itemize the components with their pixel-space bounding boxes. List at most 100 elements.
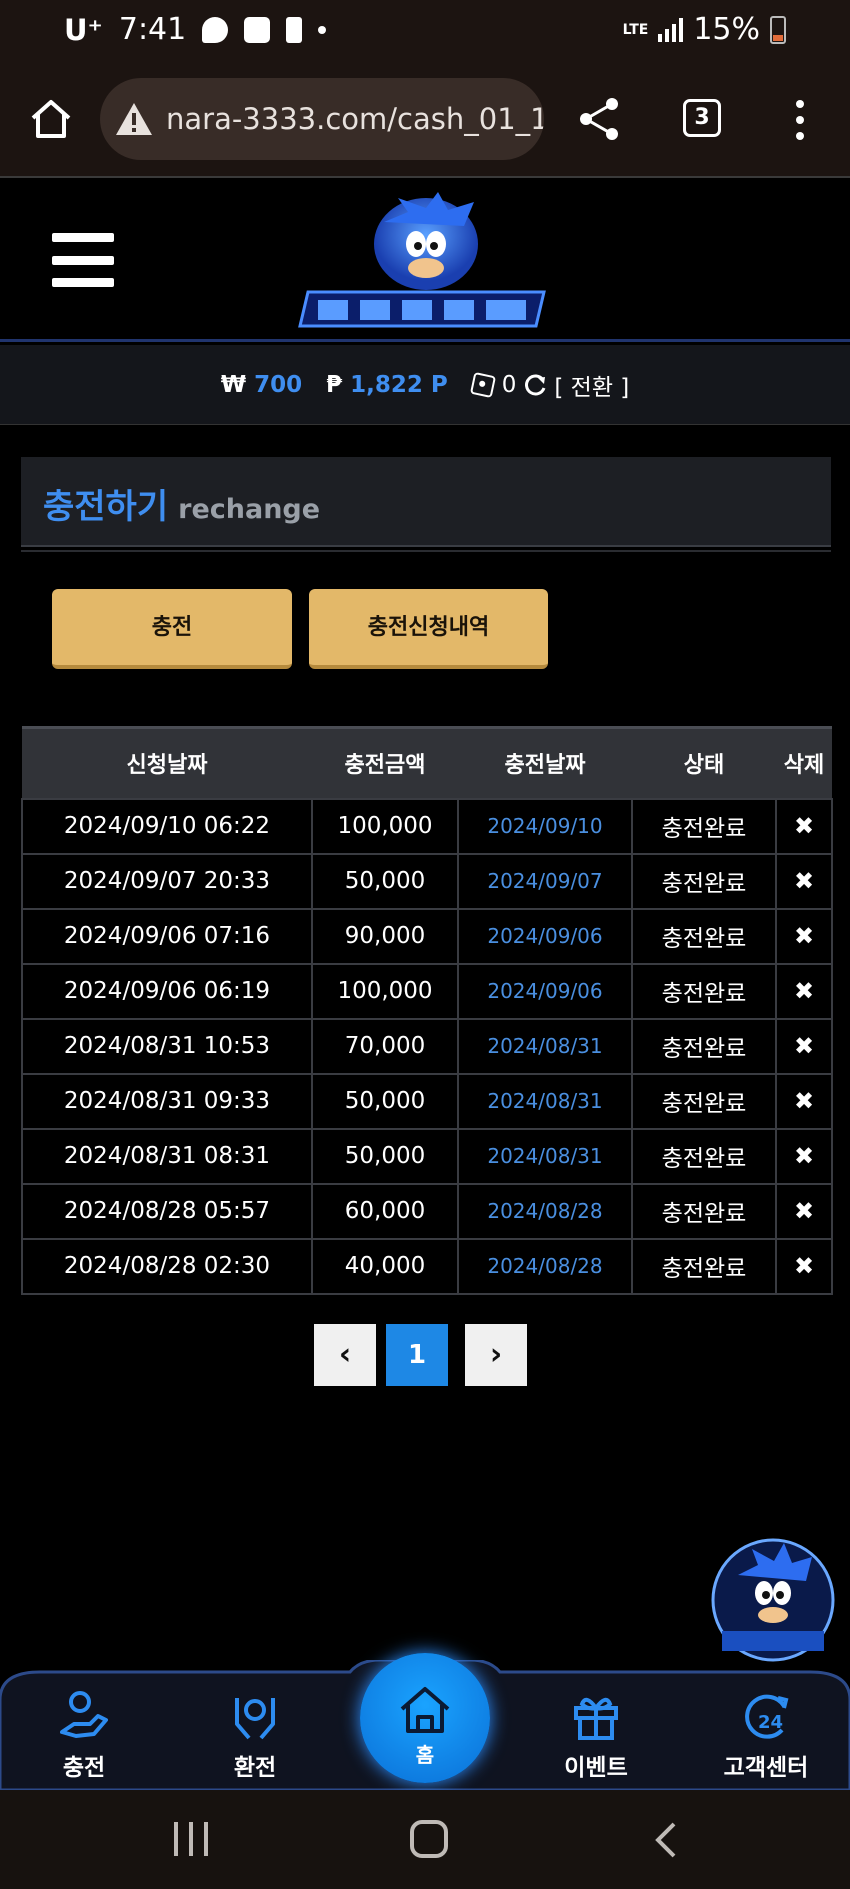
delete-icon[interactable]: ✖: [775, 1127, 833, 1185]
refresh-icon[interactable]: [522, 372, 548, 398]
more-menu-icon[interactable]: [794, 100, 806, 140]
carrier-label: U⁺: [64, 12, 103, 47]
amount-cell: 50,000: [311, 852, 459, 910]
table-row: 2024/09/10 06:22 100,000 2024/09/10 충전완료…: [21, 797, 833, 855]
status-bar: U⁺ 7:41 LTE 15%: [0, 0, 850, 62]
status-left: U⁺ 7:41: [64, 12, 327, 47]
column-header: 삭제: [776, 726, 832, 799]
url-text[interactable]: nara-3333.com/cash_01_1.: [166, 102, 544, 136]
delete-icon[interactable]: ✖: [775, 797, 833, 855]
point-balance: 1,822 P: [350, 371, 448, 398]
status-cell: 충전완료: [631, 1237, 777, 1295]
delete-icon[interactable]: ✖: [775, 852, 833, 910]
battery-percent: 15%: [693, 12, 760, 47]
status-cell: 충전완료: [631, 797, 777, 855]
next-page-button[interactable]: ›: [465, 1324, 527, 1386]
charge-date-cell: 2024/09/06: [457, 962, 633, 1020]
amount-cell: 100,000: [311, 797, 459, 855]
clock: 7:41: [118, 12, 187, 47]
svg-text:24: 24: [758, 1712, 783, 1733]
request-date-cell: 2024/09/07 20:33: [21, 852, 313, 910]
floating-mascot-button[interactable]: [708, 1535, 838, 1665]
won-balance: 700: [254, 371, 303, 398]
delete-icon[interactable]: ✖: [775, 1182, 833, 1240]
table-row: 2024/08/31 08:31 50,000 2024/08/31 충전완료 …: [21, 1127, 833, 1185]
amount-cell: 60,000: [311, 1182, 459, 1240]
nav-home[interactable]: 홈: [360, 1653, 490, 1783]
network-type: LTE: [622, 21, 649, 38]
table-row: 2024/08/28 02:30 40,000 2024/08/28 충전완료 …: [21, 1237, 833, 1295]
point-symbol: ₱: [326, 371, 343, 398]
delete-icon[interactable]: ✖: [775, 907, 833, 965]
nav-home-label: 홈: [415, 1743, 435, 1767]
delete-icon[interactable]: ✖: [775, 1072, 833, 1130]
hamburger-menu-icon[interactable]: [52, 233, 114, 287]
address-bar[interactable]: nara-3333.com/cash_01_1.: [100, 78, 544, 160]
balance-bar: ₩ 700 ₱ 1,822 P 0 [ 전환 ]: [0, 345, 850, 425]
amount-cell: 50,000: [311, 1127, 459, 1185]
amount-cell: 50,000: [311, 1072, 459, 1130]
delete-icon[interactable]: ✖: [775, 1017, 833, 1075]
image-icon: [244, 16, 271, 43]
charge-history-table: 신청날짜 충전금액 충전날짜 상태 삭제 2024/09/10 06:22 10…: [21, 726, 833, 1295]
hands-money-icon: [235, 1698, 275, 1740]
column-header: 충전날짜: [458, 726, 632, 799]
charge-history-button[interactable]: 충전신청내역: [309, 589, 548, 669]
site-logo[interactable]: [298, 192, 554, 330]
table-row: 2024/09/07 20:33 50,000 2024/09/07 충전완료 …: [21, 852, 833, 910]
nav-event[interactable]: 이벤트: [536, 1688, 656, 1782]
convert-button[interactable]: [ 전환 ]: [554, 368, 629, 402]
share-icon[interactable]: [578, 96, 620, 142]
nav-support[interactable]: 24 고객센터: [706, 1688, 826, 1782]
request-date-cell: 2024/08/28 05:57: [21, 1182, 313, 1240]
table-row: 2024/08/28 05:57 60,000 2024/08/28 충전완료 …: [21, 1182, 833, 1240]
delete-icon[interactable]: ✖: [775, 962, 833, 1020]
24h-support-icon: 24: [745, 1694, 789, 1739]
delete-icon[interactable]: ✖: [775, 1237, 833, 1295]
table-row: 2024/08/31 09:33 50,000 2024/08/31 충전완료 …: [21, 1072, 833, 1130]
house-icon: [400, 1687, 450, 1733]
system-home-icon[interactable]: [410, 1820, 448, 1858]
column-header: 상태: [632, 726, 776, 799]
site-header: [0, 180, 850, 342]
tabs-button[interactable]: 3: [683, 99, 721, 137]
message-icon: [202, 16, 229, 43]
page-number-button[interactable]: 1: [386, 1324, 448, 1386]
status-cell: 충전완료: [631, 1017, 777, 1075]
page-title-en: rechange: [178, 494, 321, 525]
divider: [21, 550, 831, 552]
charge-date-cell: 2024/09/10: [457, 797, 633, 855]
charge-date-cell: 2024/09/06: [457, 907, 633, 965]
status-cell: 충전완료: [631, 962, 777, 1020]
column-header: 신청날짜: [22, 726, 312, 799]
nav-exchange[interactable]: 환전: [195, 1688, 315, 1782]
nav-event-label: 이벤트: [564, 1755, 628, 1781]
chip-balance: 0: [501, 371, 517, 398]
recent-apps-icon[interactable]: [174, 1822, 208, 1856]
request-date-cell: 2024/08/31 08:31: [21, 1127, 313, 1185]
nav-exchange-label: 환전: [233, 1755, 277, 1781]
more-notifications-icon: [318, 25, 327, 34]
charge-date-cell: 2024/08/28: [457, 1237, 633, 1295]
charge-button[interactable]: 충전: [52, 589, 292, 669]
home-icon[interactable]: [28, 96, 74, 142]
charge-date-cell: 2024/09/07: [457, 852, 633, 910]
charge-date-cell: 2024/08/31: [457, 1127, 633, 1185]
browser-toolbar: nara-3333.com/cash_01_1. 3: [0, 62, 850, 178]
status-cell: 충전완료: [631, 907, 777, 965]
system-nav-bar: [0, 1790, 850, 1889]
amount-cell: 40,000: [311, 1237, 459, 1295]
warning-icon[interactable]: [114, 101, 154, 137]
prev-page-button[interactable]: ‹: [314, 1324, 376, 1386]
chip-icon: [469, 371, 496, 398]
won-symbol: ₩: [220, 371, 247, 398]
nav-support-label: 고객센터: [723, 1755, 809, 1781]
request-date-cell: 2024/09/10 06:22: [21, 797, 313, 855]
back-icon[interactable]: [652, 1820, 678, 1860]
charge-date-cell: 2024/08/28: [457, 1182, 633, 1240]
nav-charge[interactable]: 충전: [24, 1688, 144, 1782]
status-cell: 충전완료: [631, 1127, 777, 1185]
table-header-row: 신청날짜 충전금액 충전날짜 상태 삭제: [22, 726, 832, 799]
status-cell: 충전완료: [631, 852, 777, 910]
status-right: LTE 15%: [623, 12, 786, 47]
